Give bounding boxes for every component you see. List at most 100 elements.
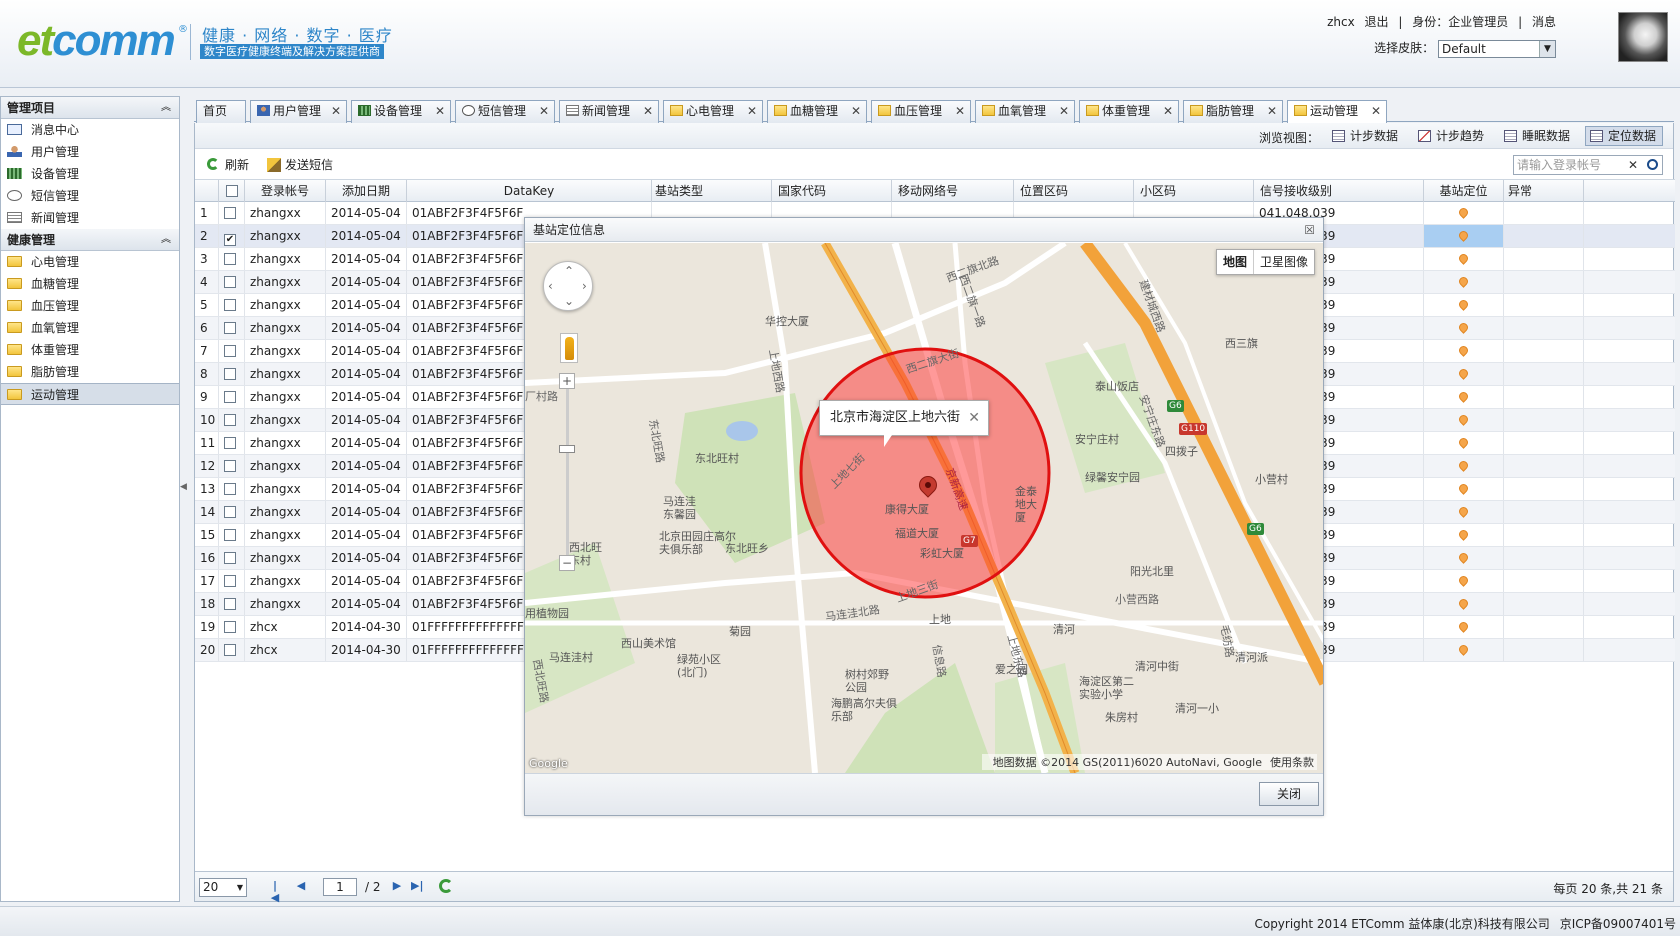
header-cell[interactable]: 位置区码 [1014, 180, 1134, 202]
close-icon[interactable]: ✕ [968, 401, 980, 435]
messages-link[interactable]: 消息 [1532, 15, 1556, 29]
location-pin-icon[interactable] [1457, 390, 1470, 403]
zoom-in-icon[interactable]: + [559, 373, 575, 389]
checkbox[interactable] [224, 552, 236, 564]
row-select[interactable] [219, 340, 245, 362]
row-select[interactable]: ✔ [219, 225, 245, 247]
sidebar-item-message-center[interactable]: 消息中心 [1, 119, 179, 141]
collapse-icon[interactable]: ︽ [161, 229, 171, 251]
tab-glucose[interactable]: 血糖管理 ✕ [767, 100, 867, 123]
row-select[interactable] [219, 570, 245, 592]
zoom-slider-track[interactable] [566, 381, 569, 563]
sidebar-item-oxygen[interactable]: 血氧管理 [1, 317, 179, 339]
checkbox[interactable] [224, 207, 236, 219]
avatar[interactable] [1618, 12, 1668, 62]
cell-location[interactable] [1424, 547, 1504, 569]
sidebar-item-fat[interactable]: 脂肪管理 [1, 361, 179, 383]
cell-location[interactable] [1424, 432, 1504, 454]
cell-location[interactable] [1424, 248, 1504, 270]
header-cell[interactable]: 登录帐号 [245, 180, 326, 202]
location-pin-icon[interactable] [1457, 298, 1470, 311]
sidebar-group-management[interactable]: 管理项目 ︽ [1, 97, 179, 119]
header-cell[interactable]: DataKey [407, 180, 652, 202]
location-pin-icon[interactable] [1457, 321, 1470, 334]
checkbox[interactable] [225, 185, 238, 197]
cell-location[interactable] [1424, 409, 1504, 431]
cell-location[interactable] [1424, 478, 1504, 500]
checkbox[interactable] [224, 644, 236, 656]
header-cell[interactable]: 国家代码 [772, 180, 892, 202]
checkbox[interactable] [224, 529, 236, 541]
checkbox[interactable] [224, 253, 236, 265]
tab-sms[interactable]: 短信管理 ✕ [455, 100, 555, 123]
tab-devices[interactable]: 设备管理 ✕ [351, 100, 451, 123]
cell-location[interactable] [1424, 570, 1504, 592]
location-pin-icon[interactable] [1457, 367, 1470, 380]
location-pin-icon[interactable] [1457, 436, 1470, 449]
row-select[interactable] [219, 386, 245, 408]
checkbox[interactable] [224, 322, 236, 334]
cell-location[interactable] [1424, 271, 1504, 293]
page-number-input[interactable]: 1 [323, 878, 357, 896]
close-button[interactable]: 关闭 [1259, 782, 1319, 806]
row-select[interactable] [219, 524, 245, 546]
cell-location[interactable] [1424, 202, 1504, 224]
pan-left-icon[interactable]: ‹ [548, 279, 553, 293]
clear-icon[interactable]: ✕ [1628, 156, 1638, 174]
checkbox[interactable] [224, 437, 236, 449]
close-icon[interactable]: ☒ [1304, 218, 1315, 242]
sidebar-item-devices[interactable]: 设备管理 [1, 163, 179, 185]
first-page-icon[interactable]: |◀ [269, 880, 281, 904]
cell-location[interactable] [1424, 616, 1504, 638]
location-pin-icon[interactable] [1457, 275, 1470, 288]
cell-location[interactable] [1424, 524, 1504, 546]
page-size-select[interactable]: 20 ▼ [199, 878, 247, 897]
location-pin-icon[interactable] [1457, 574, 1470, 587]
header-cell[interactable]: 小区码 [1134, 180, 1254, 202]
close-icon[interactable]: ✕ [331, 101, 341, 122]
header-cell[interactable]: 信号接收级别 [1254, 180, 1424, 202]
reload-icon[interactable] [439, 879, 453, 893]
header-select-all[interactable] [219, 180, 245, 202]
checkbox[interactable] [224, 483, 236, 495]
zoom-out-icon[interactable]: − [559, 555, 575, 571]
pan-control[interactable]: ⌃ ⌄ ‹ › [543, 261, 593, 311]
view-step-data-button[interactable]: 计步数据 [1327, 126, 1405, 146]
icp-number[interactable]: 京ICP备09007401号 [1560, 917, 1676, 931]
location-pin-icon[interactable] [1457, 482, 1470, 495]
view-sleep-data-button[interactable]: 睡眠数据 [1499, 126, 1577, 146]
close-icon[interactable]: ✕ [1163, 101, 1173, 122]
location-pin-icon[interactable] [1457, 620, 1470, 633]
pan-up-icon[interactable]: ⌃ [564, 264, 574, 278]
close-icon[interactable]: ✕ [539, 101, 549, 122]
header-cell[interactable]: 基站类型 [652, 180, 772, 202]
checkbox[interactable] [224, 598, 236, 610]
checkbox[interactable] [224, 506, 236, 518]
street-view-pegman-icon[interactable] [560, 333, 578, 363]
row-select[interactable] [219, 363, 245, 385]
send-sms-button[interactable]: 发送短信 [267, 156, 333, 174]
cell-location[interactable] [1424, 386, 1504, 408]
tab-news[interactable]: 新闻管理 ✕ [559, 100, 659, 123]
checkbox[interactable] [224, 621, 236, 633]
row-select[interactable] [219, 547, 245, 569]
map-type-satellite-button[interactable]: 卫星图像 [1254, 250, 1314, 274]
checkbox[interactable] [224, 391, 236, 403]
location-pin-icon[interactable] [1457, 229, 1470, 242]
search-input[interactable]: 请输入登录帐号 ✕ [1513, 155, 1663, 175]
header-cell[interactable]: 异常 [1504, 180, 1584, 202]
location-pin-icon[interactable] [1457, 206, 1470, 219]
sidebar-item-blood-pressure[interactable]: 血压管理 [1, 295, 179, 317]
pan-down-icon[interactable]: ⌄ [564, 294, 574, 308]
checkbox[interactable] [224, 276, 236, 288]
tab-home[interactable]: 首页 [196, 100, 246, 123]
terms-link[interactable]: 使用条款 [1270, 756, 1314, 769]
map-view[interactable]: 华控大厦 西二旗北路 西二旗大街 西二旗一路 泰山饭店 西三旗 建材城西路 安宁… [525, 243, 1323, 773]
close-icon[interactable]: ✕ [851, 101, 861, 122]
cell-location[interactable] [1424, 317, 1504, 339]
refresh-button[interactable]: 刷新 [207, 156, 249, 174]
checkbox[interactable] [224, 575, 236, 587]
checkbox[interactable] [224, 460, 236, 472]
sidebar-item-weight[interactable]: 体重管理 [1, 339, 179, 361]
tab-fat[interactable]: 脂肪管理 ✕ [1183, 100, 1283, 123]
